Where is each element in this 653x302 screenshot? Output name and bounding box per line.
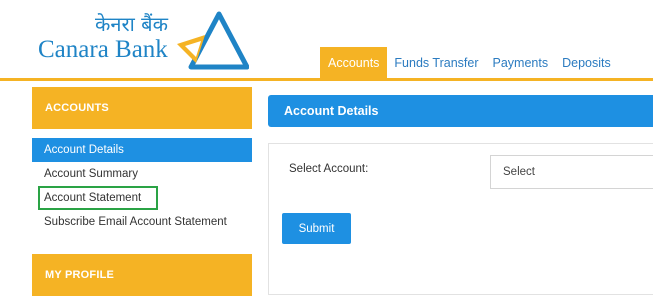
page-title: Account Details	[268, 95, 653, 127]
sidebar-accounts-heading: ACCOUNTS	[32, 87, 252, 129]
submit-button[interactable]: Submit	[282, 213, 351, 244]
main-nav-tabs: Accounts Funds Transfer Payments Deposit…	[320, 47, 618, 78]
tab-payments[interactable]: Payments	[486, 47, 556, 78]
sidebar-item-account-details[interactable]: Account Details	[32, 138, 252, 162]
logo-english-text: Canara Bank	[38, 36, 168, 63]
select-account-label: Select Account:	[289, 163, 369, 175]
tab-deposits[interactable]: Deposits	[555, 47, 618, 78]
logo-hindi-text: केनरा बैंक	[95, 12, 168, 36]
canara-logo-icon	[177, 11, 249, 70]
account-select[interactable]: Select	[490, 155, 653, 189]
sidebar-item-account-summary[interactable]: Account Summary	[32, 162, 252, 186]
tab-accounts[interactable]: Accounts	[320, 47, 388, 78]
header-divider	[0, 78, 653, 81]
sidebar-item-account-statement[interactable]: Account Statement	[32, 186, 252, 210]
sidebar-menu: Account Details Account Summary Account …	[32, 138, 252, 234]
tab-funds-transfer[interactable]: Funds Transfer	[387, 47, 485, 78]
sidebar-item-subscribe-email-statement[interactable]: Subscribe Email Account Statement	[32, 210, 252, 234]
site-header: केनरा बैंक Canara Bank Accounts Funds Tr…	[0, 0, 653, 78]
sidebar-my-profile-heading[interactable]: MY PROFILE	[32, 254, 252, 296]
